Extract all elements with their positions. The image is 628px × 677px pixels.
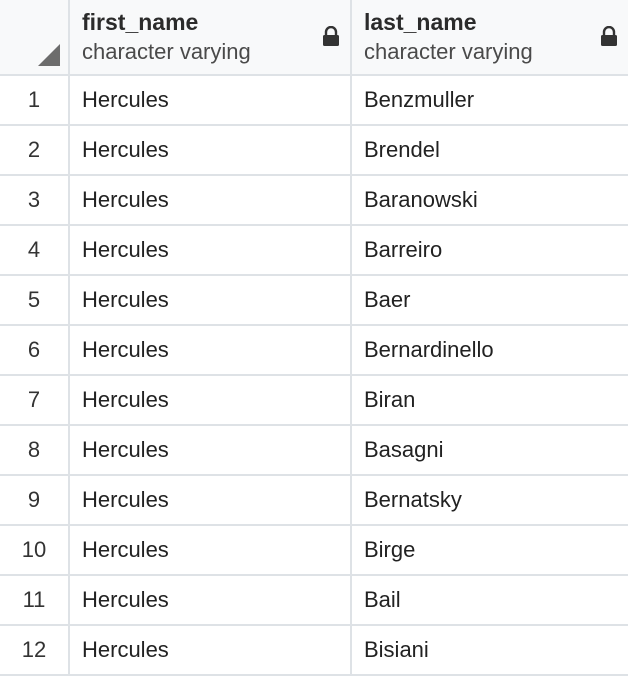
cell-first-name[interactable]: Hercules [70,376,352,424]
select-all-corner-icon [38,44,60,66]
cell-first-name[interactable]: Hercules [70,426,352,474]
query-results-grid: first_name character varying last_name c… [0,0,628,677]
cell-last-name[interactable]: Bernardinello [352,326,628,374]
cell-last-name[interactable]: Brendel [352,126,628,174]
table-row[interactable]: 1 Hercules Benzmuller [0,76,628,126]
cell-first-name[interactable]: Hercules [70,526,352,574]
cell-last-name[interactable]: Birge [352,526,628,574]
row-number[interactable]: 1 [0,76,70,124]
cell-first-name[interactable]: Hercules [70,176,352,224]
table-row[interactable]: 9 Hercules Bernatsky [0,476,628,526]
cell-last-name[interactable]: Benzmuller [352,76,628,124]
row-number[interactable]: 9 [0,476,70,524]
table-row[interactable]: 4 Hercules Barreiro [0,226,628,276]
column-name: last_name [364,9,477,35]
select-all-corner[interactable] [0,0,70,74]
row-number[interactable]: 7 [0,376,70,424]
row-number[interactable]: 5 [0,276,70,324]
row-number[interactable]: 10 [0,526,70,574]
table-row[interactable]: 12 Hercules Bisiani [0,626,628,676]
column-type: character varying [82,39,251,64]
cell-last-name[interactable]: Basagni [352,426,628,474]
table-row[interactable]: 10 Hercules Birge [0,526,628,576]
cell-first-name[interactable]: Hercules [70,576,352,624]
grid-header-row: first_name character varying last_name c… [0,0,628,76]
cell-last-name[interactable]: Barreiro [352,226,628,274]
cell-last-name[interactable]: Baranowski [352,176,628,224]
row-number[interactable]: 12 [0,626,70,674]
cell-last-name[interactable]: Bernatsky [352,476,628,524]
cell-last-name[interactable]: Bisiani [352,626,628,674]
column-name: first_name [82,9,199,35]
cell-first-name[interactable]: Hercules [70,276,352,324]
row-number[interactable]: 8 [0,426,70,474]
cell-first-name[interactable]: Hercules [70,76,352,124]
cell-first-name[interactable]: Hercules [70,226,352,274]
table-row[interactable]: 5 Hercules Baer [0,276,628,326]
column-header-last-name[interactable]: last_name character varying [352,0,628,74]
table-row[interactable]: 2 Hercules Brendel [0,126,628,176]
table-row[interactable]: 11 Hercules Bail [0,576,628,626]
lock-icon [601,26,617,46]
table-row[interactable]: 6 Hercules Bernardinello [0,326,628,376]
row-number[interactable]: 6 [0,326,70,374]
cell-first-name[interactable]: Hercules [70,626,352,674]
row-number[interactable]: 4 [0,226,70,274]
column-header-first-name[interactable]: first_name character varying [70,0,352,74]
table-row[interactable]: 3 Hercules Baranowski [0,176,628,226]
cell-last-name[interactable]: Bail [352,576,628,624]
row-number[interactable]: 11 [0,576,70,624]
table-row[interactable]: 8 Hercules Basagni [0,426,628,476]
row-number[interactable]: 2 [0,126,70,174]
cell-first-name[interactable]: Hercules [70,326,352,374]
cell-first-name[interactable]: Hercules [70,476,352,524]
row-number[interactable]: 3 [0,176,70,224]
cell-last-name[interactable]: Baer [352,276,628,324]
column-type: character varying [364,39,533,64]
table-row[interactable]: 7 Hercules Biran [0,376,628,426]
lock-icon [323,26,339,46]
cell-last-name[interactable]: Biran [352,376,628,424]
cell-first-name[interactable]: Hercules [70,126,352,174]
